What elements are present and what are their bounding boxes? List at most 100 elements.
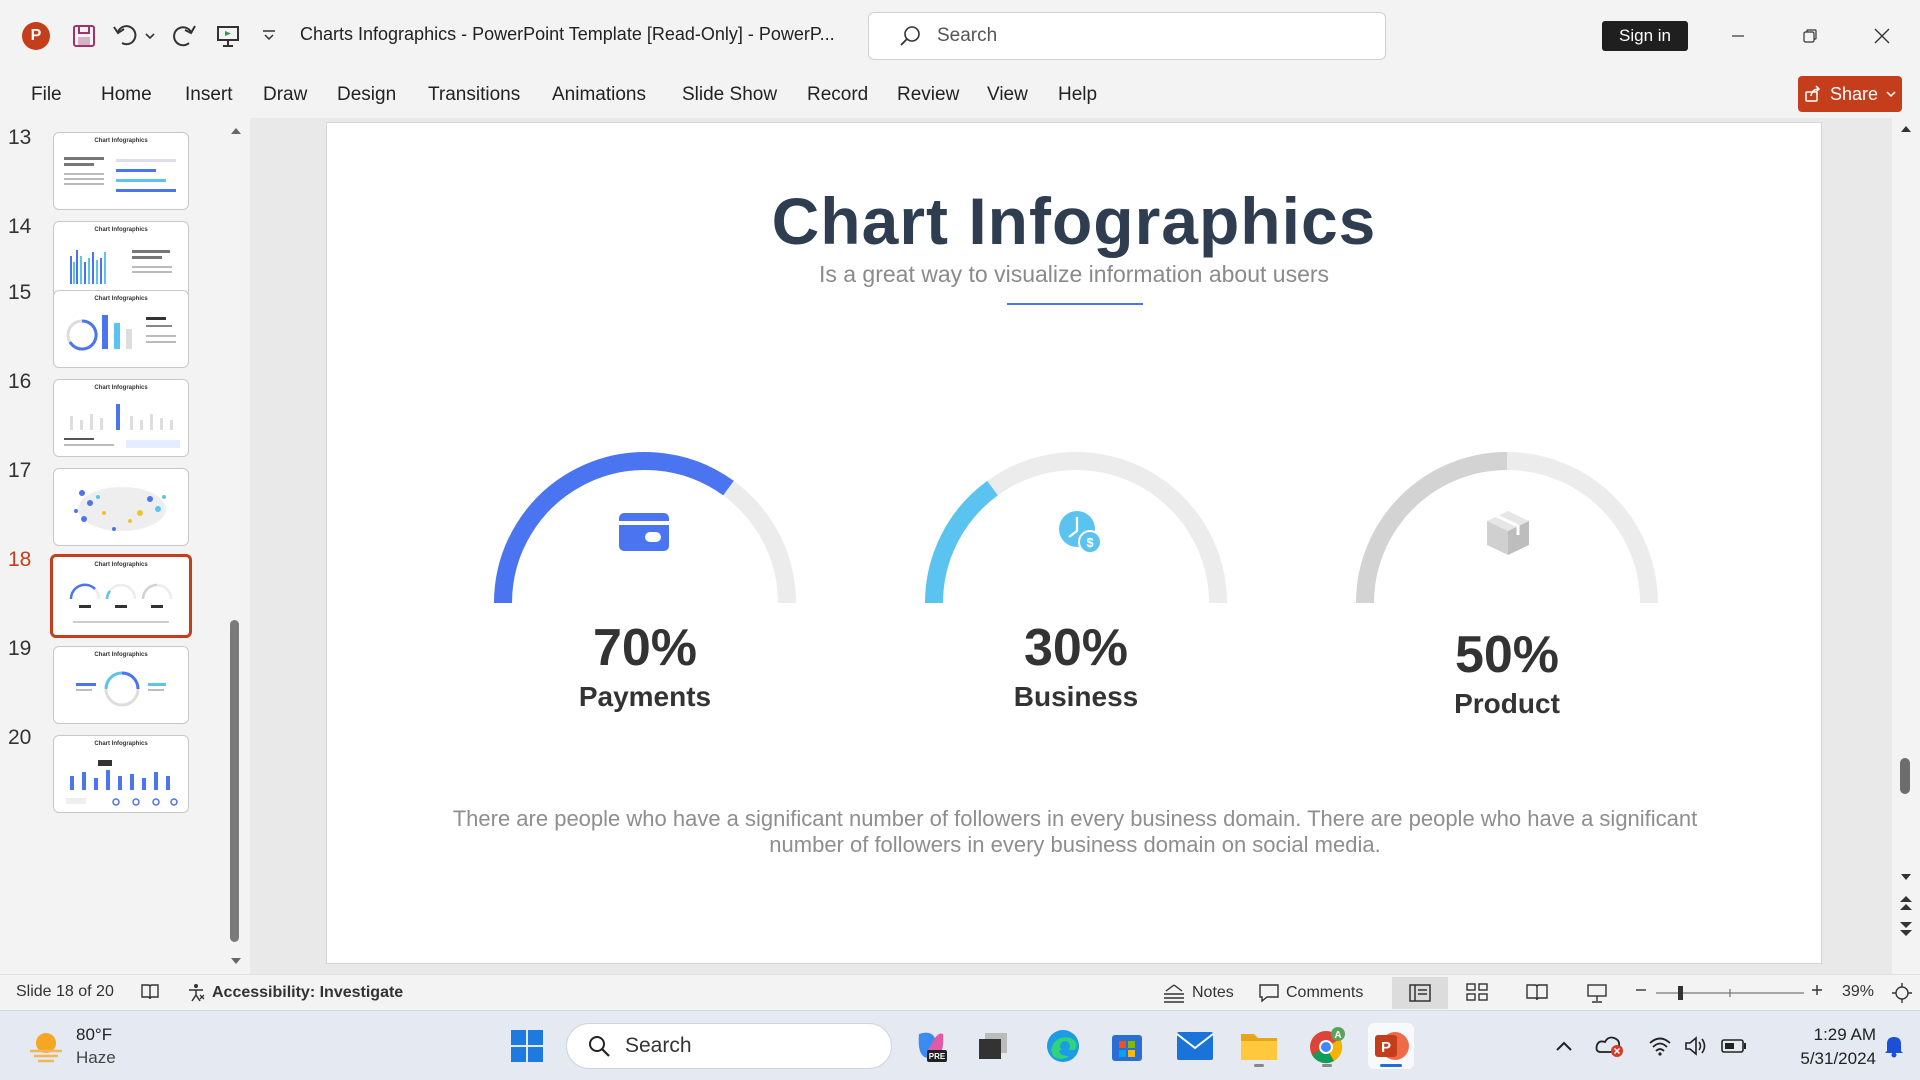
document-title: Charts Infographics - PowerPoint Templat… bbox=[300, 24, 835, 44]
sign-in-button[interactable]: Sign in bbox=[1602, 21, 1688, 51]
search-icon bbox=[589, 1036, 610, 1057]
normal-view-icon bbox=[1409, 984, 1431, 1002]
tab-transitions[interactable]: Transitions bbox=[428, 84, 520, 106]
search-box[interactable] bbox=[868, 12, 1386, 60]
notes-button[interactable]: Notes bbox=[1162, 983, 1234, 1003]
zoom-in-button[interactable] bbox=[1810, 983, 1824, 997]
tab-insert[interactable]: Insert bbox=[185, 84, 233, 106]
tab-slide-show[interactable]: Slide Show bbox=[682, 84, 777, 106]
svg-text:P: P bbox=[1381, 1039, 1391, 1056]
taskbar-app-mail[interactable] bbox=[1172, 1023, 1218, 1069]
accessibility-button[interactable]: Accessibility: Investigate bbox=[186, 983, 403, 1003]
customize-qat-button[interactable] bbox=[254, 18, 284, 54]
spelling-check-button[interactable] bbox=[140, 983, 160, 1001]
start-button[interactable] bbox=[504, 1023, 550, 1069]
taskbar-app-copilot[interactable]: PRE bbox=[908, 1023, 954, 1069]
slide-number: 15 bbox=[8, 281, 32, 304]
system-clock[interactable]: 1:29 AM 5/31/2024 bbox=[1770, 1023, 1876, 1071]
notifications-button[interactable] bbox=[1874, 1023, 1914, 1069]
slide-thumbnail-15[interactable]: Chart Infographics bbox=[53, 290, 189, 368]
slide-thumbnail-19[interactable]: Chart Infographics bbox=[53, 646, 189, 724]
tab-draw[interactable]: Draw bbox=[263, 84, 307, 106]
comments-button[interactable]: Comments bbox=[1258, 983, 1363, 1003]
close-button[interactable] bbox=[1862, 18, 1902, 54]
previous-slide-icon[interactable] bbox=[1898, 894, 1914, 912]
svg-text:PRE: PRE bbox=[929, 1052, 946, 1061]
thumbnail-preview bbox=[69, 583, 173, 623]
scroll-up-icon bbox=[1901, 126, 1911, 132]
chevron-down-icon bbox=[263, 30, 275, 41]
gauge-payments[interactable] bbox=[455, 403, 835, 613]
weather-condition[interactable]: Haze bbox=[76, 1048, 116, 1068]
slide-thumbnail-14[interactable]: Chart Infographics bbox=[53, 221, 189, 299]
undo-button[interactable] bbox=[110, 18, 160, 54]
onedrive-status[interactable] bbox=[1590, 1023, 1630, 1069]
tab-file[interactable]: File bbox=[31, 84, 62, 106]
show-hidden-icons-button[interactable] bbox=[1544, 1023, 1584, 1069]
taskbar-app-edge[interactable] bbox=[1040, 1023, 1086, 1069]
canvas-scroll-thumb[interactable] bbox=[1900, 758, 1910, 794]
weather-haze-icon[interactable] bbox=[26, 1027, 66, 1063]
fit-to-window-button[interactable] bbox=[1892, 983, 1912, 1003]
next-slide-icon[interactable] bbox=[1898, 920, 1914, 938]
slide-thumbnail-13[interactable]: Chart Infographics bbox=[53, 132, 189, 210]
tab-record[interactable]: Record bbox=[807, 84, 868, 106]
gauge-product[interactable] bbox=[1317, 403, 1697, 613]
thumbnail-scrollbar[interactable] bbox=[229, 118, 243, 974]
taskbar-app-chrome[interactable]: A bbox=[1304, 1023, 1350, 1069]
slide-title[interactable]: Chart Infographics bbox=[327, 183, 1821, 259]
slide-thumbnail-16[interactable]: Chart Infographics bbox=[53, 379, 189, 457]
thumbnail-preview bbox=[64, 157, 176, 192]
status-bar: Slide 18 of 20 Accessibility: Investigat… bbox=[0, 974, 1920, 1010]
zoom-level[interactable]: 39% bbox=[1842, 983, 1874, 1001]
slide-number: 18 bbox=[8, 548, 32, 571]
slide-thumbnail-18[interactable]: Chart Infographics bbox=[50, 554, 192, 638]
thumbnail-preview bbox=[74, 487, 166, 531]
volume-status[interactable] bbox=[1676, 1023, 1716, 1069]
minimize-button[interactable] bbox=[1718, 18, 1758, 54]
restore-button[interactable] bbox=[1790, 18, 1830, 54]
slide-number: 19 bbox=[8, 637, 32, 660]
thumbnail-scroll-thumb[interactable] bbox=[230, 620, 239, 942]
taskbar-app-terminal[interactable] bbox=[970, 1023, 1016, 1069]
windows-taskbar: 80°F Haze Search PRE A P 1:29 AM 5/31/20… bbox=[0, 1010, 1920, 1080]
canvas-scrollbar[interactable] bbox=[1892, 118, 1920, 974]
business-dollar-icon: $ bbox=[1059, 511, 1102, 554]
tab-help[interactable]: Help bbox=[1058, 84, 1097, 106]
normal-view-button[interactable] bbox=[1392, 977, 1448, 1009]
tab-home[interactable]: Home bbox=[101, 84, 152, 106]
undo-icon bbox=[113, 25, 155, 46]
tab-review[interactable]: Review bbox=[897, 84, 959, 106]
redo-button[interactable] bbox=[166, 18, 202, 54]
search-input[interactable] bbox=[937, 25, 1337, 47]
restore-icon bbox=[1803, 29, 1817, 43]
tab-view[interactable]: View bbox=[987, 84, 1028, 106]
taskbar-search[interactable]: Search bbox=[566, 1023, 892, 1069]
share-button[interactable]: Share bbox=[1798, 76, 1902, 112]
scroll-up-icon bbox=[231, 128, 241, 134]
tab-design[interactable]: Design bbox=[337, 84, 396, 106]
slide-number: 14 bbox=[8, 215, 32, 238]
battery-status[interactable] bbox=[1714, 1023, 1754, 1069]
slide-18[interactable]: Chart Infographics Is a great way to vis… bbox=[326, 122, 1822, 964]
wifi-status[interactable] bbox=[1640, 1023, 1680, 1069]
save-button[interactable] bbox=[66, 18, 102, 54]
taskbar-app-store[interactable] bbox=[1104, 1023, 1150, 1069]
taskbar-app-file-explorer[interactable] bbox=[1236, 1023, 1282, 1069]
reading-view-button[interactable] bbox=[1526, 983, 1548, 1001]
slide-subtitle[interactable]: Is a great way to visualize information … bbox=[327, 261, 1821, 288]
gauge-business[interactable] bbox=[886, 403, 1266, 613]
present-from-beginning-button[interactable] bbox=[210, 18, 246, 54]
zoom-out-button[interactable] bbox=[1634, 983, 1648, 997]
slide-thumbnail-17[interactable] bbox=[53, 468, 189, 546]
tab-animations[interactable]: Animations bbox=[552, 84, 646, 106]
taskbar-app-powerpoint[interactable]: P bbox=[1368, 1023, 1414, 1069]
slide-show-view-button[interactable] bbox=[1586, 983, 1608, 1003]
weather-temperature[interactable]: 80°F bbox=[76, 1025, 112, 1045]
zoom-slider[interactable] bbox=[1656, 985, 1804, 1001]
search-icon bbox=[900, 26, 920, 46]
slide-thumbnail-20[interactable]: Chart Infographics bbox=[53, 735, 189, 813]
slide-body-text[interactable]: There are people who have a significant … bbox=[437, 806, 1713, 858]
slide-sorter-button[interactable] bbox=[1466, 983, 1488, 1001]
minus-icon bbox=[1636, 989, 1646, 991]
